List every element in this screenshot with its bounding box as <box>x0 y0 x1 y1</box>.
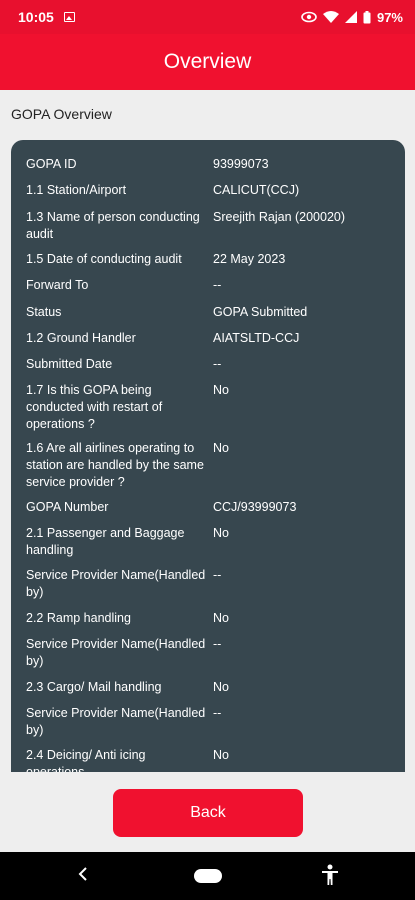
system-nav-bar <box>0 852 415 900</box>
overview-card: GOPA ID 93999073 1.1 Station/Airport CAL… <box>11 140 405 772</box>
app-bar: Overview <box>0 34 415 90</box>
row-label: Service Provider Name(Handled by) <box>26 706 206 737</box>
row-label: Status <box>26 305 62 319</box>
row-label: 2.3 Cargo/ Mail handling <box>26 680 162 694</box>
battery-icon <box>363 10 371 24</box>
row-label: Forward To <box>26 278 89 292</box>
status-time: 10:05 <box>18 9 54 25</box>
row-value: CCJ/93999073 <box>213 500 297 514</box>
row-label: GOPA ID <box>26 157 77 171</box>
row-value: No <box>213 748 229 762</box>
row-value: AIATSLTD-CCJ <box>213 331 300 345</box>
row-label: 1.2 Ground Handler <box>26 331 136 345</box>
image-icon <box>63 12 75 22</box>
row-label: 2.2 Ramp handling <box>26 611 131 625</box>
row-value: 93999073 <box>213 157 269 171</box>
row-value: No <box>213 383 229 397</box>
row-value: No <box>213 441 229 455</box>
row-value: No <box>213 526 229 540</box>
row-value: -- <box>213 278 222 292</box>
row-value: -- <box>213 637 222 651</box>
row-label: Service Provider Name(Handled by) <box>26 637 206 668</box>
row-value: No <box>213 611 229 625</box>
section-title: GOPA Overview <box>11 106 112 122</box>
row-label: GOPA Number <box>26 500 109 514</box>
row-label: 1.5 Date of conducting audit <box>26 252 182 266</box>
row-value: GOPA Submitted <box>213 305 308 319</box>
accessibility-icon[interactable] <box>320 864 340 891</box>
status-bar: 10:05 97% <box>0 0 415 34</box>
status-icons: 97% <box>301 10 403 25</box>
row-value: CALICUT(CCJ) <box>213 183 300 197</box>
nav-home-icon[interactable] <box>194 869 222 883</box>
row-label: Service Provider Name(Handled by) <box>26 568 206 599</box>
row-value: -- <box>213 357 222 371</box>
row-value: -- <box>213 568 222 582</box>
row-label: 1.1 Station/Airport <box>26 183 127 197</box>
row-label: 2.1 Passenger and Baggage handling <box>26 526 185 557</box>
row-label: 1.3 Name of person conducting audit <box>26 210 200 241</box>
row-label: 1.7 Is this GOPA being conducted with re… <box>26 383 163 431</box>
signal-icon <box>344 11 357 23</box>
eye-icon <box>301 11 317 23</box>
row-label: 1.6 Are all airlines operating to statio… <box>26 441 204 489</box>
wifi-icon <box>322 11 339 23</box>
row-label: 2.4 Deicing/ Anti icing operations <box>26 748 146 772</box>
page-title: Overview <box>163 50 252 73</box>
row-value: No <box>213 680 229 694</box>
back-button[interactable]: Back <box>113 789 303 837</box>
nav-back-icon[interactable] <box>78 866 88 887</box>
row-value: Sreejith Rajan (200020) <box>213 210 346 224</box>
row-label: Submitted Date <box>26 357 113 371</box>
battery-percent: 97% <box>376 9 403 25</box>
row-value: -- <box>213 706 222 720</box>
row-value: 22 May 2023 <box>213 252 286 266</box>
